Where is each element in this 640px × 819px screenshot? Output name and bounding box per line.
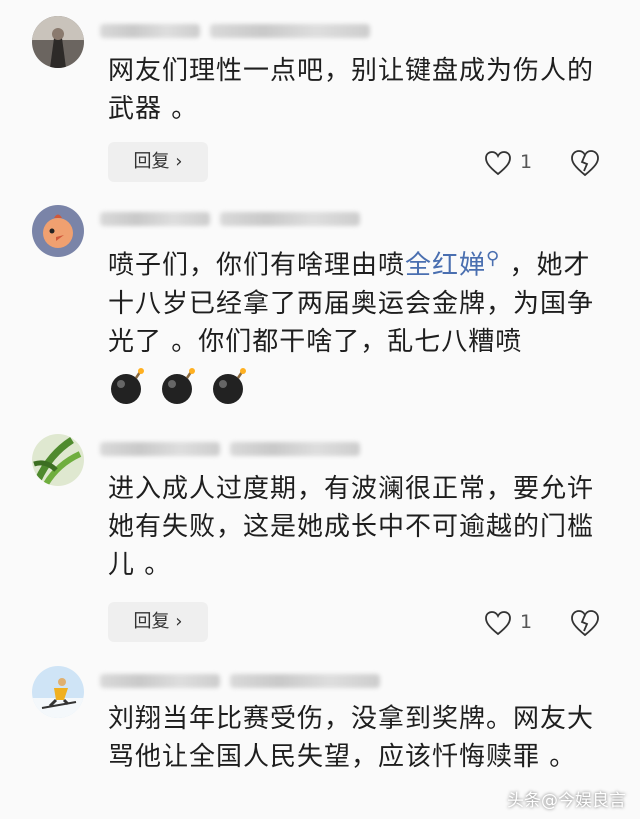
bomb-emoji-icon: [111, 368, 144, 404]
bomb-emoji-icon: [213, 368, 247, 404]
like-count: 1: [520, 151, 533, 173]
broken-heart-icon[interactable]: [570, 609, 600, 637]
username-blurred: [100, 442, 220, 456]
mention-link[interactable]: 全红婵: [405, 251, 486, 281]
broken-heart-icon[interactable]: [570, 149, 600, 177]
username-blurred: [220, 212, 360, 226]
username-blurred: [100, 24, 200, 38]
username-blurred: [100, 674, 220, 688]
username-blurred: [230, 442, 360, 456]
comment-text: 喷子们，你们有啥理由喷全红婵⚲ ，她才十八岁已经拿了两届奥运会金牌，为国争光了 …: [108, 240, 608, 361]
avatar[interactable]: [32, 205, 84, 257]
username-blurred: [210, 24, 370, 38]
comment-text: 进入成人过度期，有波澜很正常，要允许她有失败，这是她成长中不可逾越的门槛儿 。: [108, 474, 595, 580]
like-count: 1: [520, 611, 533, 633]
avatar[interactable]: [32, 666, 84, 718]
comment-text: 网友们理性一点吧，别让键盘成为伤人的武器 。: [108, 56, 595, 124]
username-blurred: [100, 212, 210, 226]
comment-text: 刘翔当年比赛受伤，没拿到奖牌。网友大骂他让全国人民失望，应该忏悔赎罪 。: [108, 704, 595, 772]
heart-outline-icon[interactable]: [484, 610, 512, 636]
watermark: 头条@今娱良言: [507, 791, 626, 811]
reply-button[interactable]: 回复 ›: [108, 142, 208, 182]
username-blurred: [230, 674, 380, 688]
avatar[interactable]: [32, 434, 84, 486]
emoji-row: [108, 366, 256, 410]
avatar[interactable]: [32, 16, 84, 68]
reply-button[interactable]: 回复 ›: [108, 602, 208, 642]
search-icon[interactable]: ⚲: [486, 248, 500, 269]
heart-outline-icon[interactable]: [484, 150, 512, 176]
comment-text-part: 喷子们，你们有啥理由喷: [108, 250, 406, 281]
bomb-emoji-icon: [162, 368, 196, 404]
